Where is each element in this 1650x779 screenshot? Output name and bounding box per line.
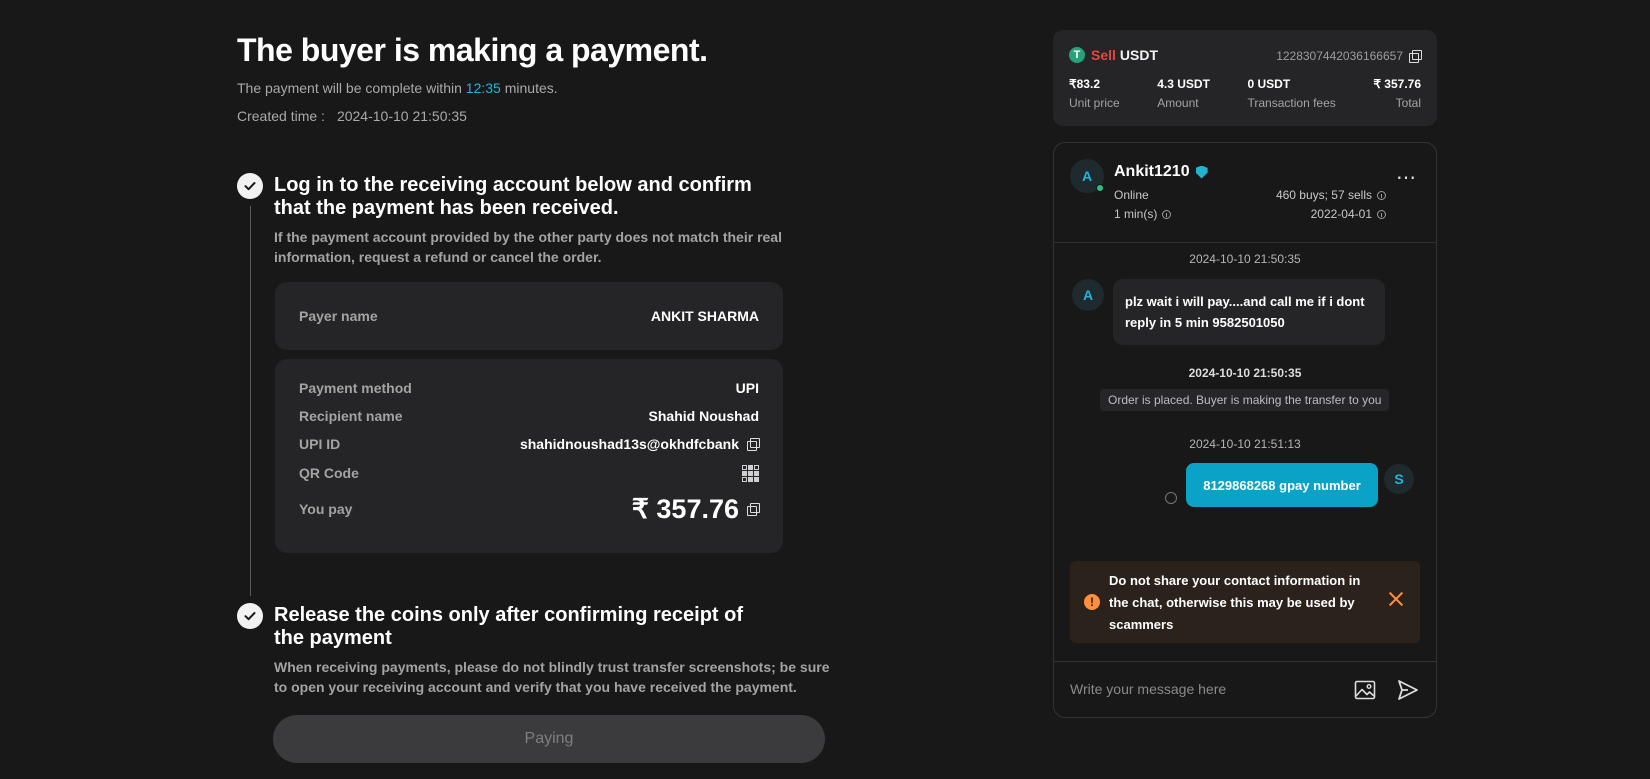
step-1-desc: If the payment account provided by the o… [274,229,782,265]
counterparty-name[interactable]: Ankit1210 [1114,163,1190,181]
order-stats: ₹83.2 Unit price 4.3 USDT Amount 0 USDT … [1069,76,1421,111]
copy-icon[interactable] [1409,50,1422,63]
trade-count: 460 buys; 57 sells [1276,188,1386,202]
amount-row: You pay ₹ 357.76 [275,488,783,530]
recipient-row: Recipient name Shahid Noushad [299,408,759,424]
message-composer [1054,661,1436,717]
more-options-icon[interactable]: ⋯ [1396,165,1418,190]
image-upload-icon[interactable] [1354,680,1376,700]
check-icon [237,173,263,199]
close-icon[interactable] [1386,589,1406,609]
avatar[interactable]: A [1070,159,1104,193]
security-warning: ! Do not share your contact information … [1070,561,1420,643]
message-timestamp: 2024-10-10 21:51:13 [1189,437,1301,451]
copy-icon[interactable] [747,503,760,516]
stat-unit-price: ₹83.2 Unit price [1069,77,1120,110]
warning-text: Do not share your contact information in… [1109,573,1361,632]
payer-value: ANKIT SHARMA [650,308,759,324]
system-message: Order is placed. Buyer is making the tra… [1100,389,1390,411]
created-time: Created time :2024-10-10 21:50:35 [237,108,467,124]
chat-panel: A Ankit1210 ⋯ Online 1 min(s) 460 buys; … [1053,142,1437,718]
step-1-title: Log in to the receiving account below an… [274,174,752,219]
outgoing-message: 8129868268 gpay number [1186,463,1378,507]
upi-value: shahidnoushad13s@okhdfcbank [519,436,739,452]
stat-total: ₹ 357.76 Total [1373,77,1421,110]
method-value: UPI [735,380,759,396]
copy-icon[interactable] [747,438,760,451]
check-icon [237,603,263,629]
info-icon[interactable] [1377,209,1386,219]
info-icon[interactable] [1162,209,1172,219]
qr-row: QR Code [275,458,783,488]
payment-details-card: Payment method UPI Recipient name Shahid… [275,359,783,553]
pay-amount: ₹ 357.76 [631,493,739,524]
avatar: S [1384,464,1414,494]
info-icon[interactable] [1377,190,1386,200]
order-side: Sell [1091,47,1116,63]
stat-amount: 4.3 USDT Amount [1157,77,1210,110]
tether-icon: T [1069,47,1085,63]
online-status: Online [1114,188,1149,202]
page-title: The buyer is making a payment. [237,32,708,68]
order-asset: USDT [1119,47,1159,63]
message-status-icon [1165,492,1177,504]
message-timestamp: 2024-10-10 21:50:35 [1188,366,1302,380]
step-2-title: Release the coins only after confirming … [274,604,744,649]
send-icon[interactable] [1396,678,1420,702]
verified-badge-icon [1195,165,1208,179]
payment-deadline: The payment will be complete within 12:3… [237,80,558,96]
order-summary: T Sell USDT 1228307442036166657 ₹83.2 Un… [1053,30,1437,126]
payer-label: Payer name [299,308,378,324]
chat-header: A Ankit1210 ⋯ Online 1 min(s) 460 buys; … [1054,143,1436,243]
stat-fees: 0 USDT Transaction fees [1247,77,1336,110]
qr-code-icon[interactable] [741,464,759,482]
recipient-value: Shahid Noushad [648,408,759,424]
online-indicator [1096,184,1104,192]
response-time: 1 min(s) [1114,207,1172,221]
payer-card: Payer name ANKIT SHARMA [275,282,783,350]
step-connector [250,206,251,596]
warning-icon: ! [1084,594,1100,610]
payment-header: The buyer is making a payment. The payme… [237,30,837,126]
message-timestamp: 2024-10-10 21:50:35 [1189,252,1301,266]
avatar: A [1072,279,1104,311]
incoming-message: plz wait i will pay....and call me if i … [1113,279,1385,345]
step-2-desc: When receiving payments, please do not b… [274,659,830,695]
order-id: 1228307442036166657 [1276,49,1403,63]
upi-row: UPI ID shahidnoushad13s@okhdfcbank [275,430,783,458]
method-row: Payment method UPI [299,380,759,396]
join-date: 2022-04-01 [1311,207,1386,221]
paying-button[interactable]: Paying [273,715,825,763]
message-input[interactable] [1070,678,1320,700]
countdown-timer: 12:35 [465,80,501,96]
payer-row: Payer name ANKIT SHARMA [275,282,783,350]
